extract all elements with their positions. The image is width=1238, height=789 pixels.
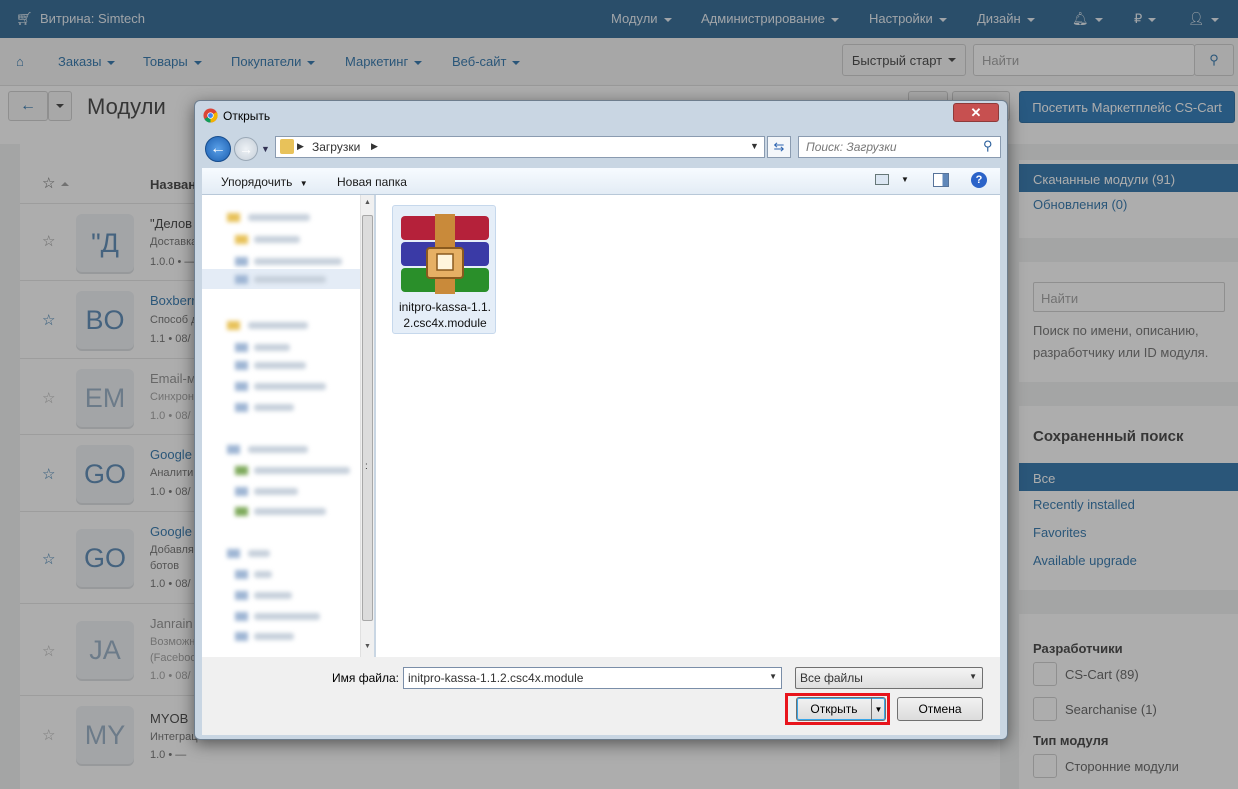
view-dropdown-icon[interactable]: ▼ — [901, 175, 909, 184]
dialog-footer: Имя файла: initpro-kassa-1.1.2.csc4x.mod… — [202, 657, 1000, 735]
close-icon[interactable]: ✕ — [953, 103, 999, 122]
folder-search-placeholder: Поиск: Загрузки — [806, 140, 897, 154]
breadcrumb-downloads[interactable]: Загрузки — [312, 140, 360, 154]
file-name-label: initpro-kassa-1.1. 2.csc4x.module — [398, 300, 492, 330]
winrar-archive-icon — [401, 214, 489, 294]
chevron-down-icon[interactable]: ▼ — [769, 672, 777, 681]
folder-search-input[interactable]: Поиск: Загрузки ⚲ — [798, 136, 1001, 158]
file-item[interactable]: initpro-kassa-1.1. 2.csc4x.module — [392, 205, 496, 334]
cancel-button[interactable]: Отмена — [897, 697, 983, 721]
filename-label: Имя файла: — [332, 671, 399, 685]
tree-scrollbar[interactable]: ▲ ▼ — [360, 195, 374, 657]
open-button[interactable]: Открыть ▼ — [796, 697, 886, 721]
file-type-value: Все файлы — [800, 671, 863, 685]
address-bar[interactable]: ▶ Загрузки ▶ ▼ — [275, 136, 765, 158]
refresh-icon[interactable]: ⇆ — [767, 136, 791, 158]
chrome-icon — [203, 108, 218, 123]
dialog-title: Открыть — [223, 109, 271, 123]
dialog-toolbar: Упорядочить ▼ Новая папка ▼ ? — [202, 168, 1000, 195]
new-folder-button[interactable]: Новая папка — [337, 175, 407, 189]
search-icon[interactable]: ⚲ — [983, 138, 993, 154]
open-dropdown-icon[interactable]: ▼ — [871, 698, 885, 720]
file-list-pane[interactable]: initpro-kassa-1.1. 2.csc4x.module — [376, 195, 1000, 657]
forward-arrow-icon[interactable]: → — [234, 137, 258, 161]
breadcrumb-separator-icon: ▶ — [297, 141, 304, 151]
navigation-pane[interactable]: ▲ ▼ : — [202, 195, 374, 657]
help-icon[interactable]: ? — [971, 172, 987, 188]
chevron-down-icon[interactable]: ▼ — [969, 672, 977, 681]
view-icon[interactable] — [875, 174, 889, 185]
breadcrumb-separator-icon: ▶ — [371, 141, 378, 151]
chevron-down-icon[interactable]: ▼ — [750, 141, 759, 151]
filename-value: initpro-kassa-1.1.2.csc4x.module — [408, 671, 584, 685]
preview-pane-icon[interactable] — [933, 173, 949, 187]
filename-input[interactable]: initpro-kassa-1.1.2.csc4x.module ▼ — [403, 667, 782, 689]
file-type-select[interactable]: Все файлы ▼ — [795, 667, 983, 689]
organize-button[interactable]: Упорядочить ▼ — [221, 175, 308, 189]
open-file-dialog: Открыть ✕ ← → ▼ ▶ Загрузки ▶ ▼ ⇆ Поиск: … — [194, 100, 1008, 740]
back-arrow-icon[interactable]: ← — [205, 136, 231, 162]
history-dropdown-icon[interactable]: ▼ — [261, 144, 270, 154]
folder-icon — [280, 139, 294, 154]
